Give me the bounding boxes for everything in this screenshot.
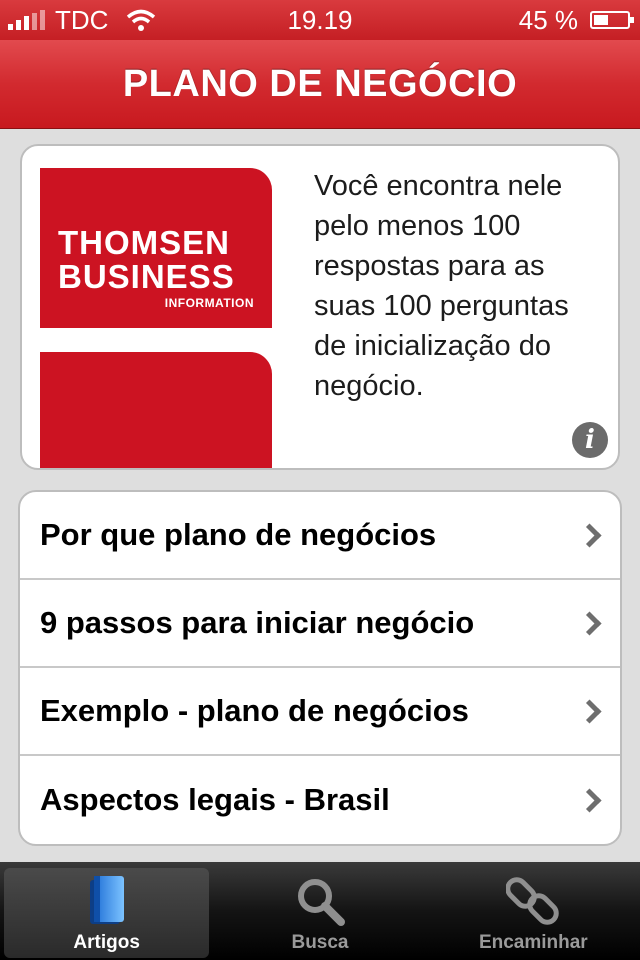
article-menu: Por que plano de negócios 9 passos para … (18, 490, 622, 846)
tab-encaminhar[interactable]: Encaminhar (427, 862, 640, 960)
logo-line-1: THOMSEN (58, 224, 230, 261)
thomsen-business-logo: THOMSEN BUSINESS INFORMATION (40, 168, 272, 328)
page-title: PLANO DE NEGÓCIO (122, 62, 518, 105)
menu-item-9-passos[interactable]: 9 passos para iniciar negócio (20, 580, 620, 668)
chain-link-icon (506, 877, 560, 925)
chevron-right-icon (577, 699, 602, 724)
chevron-right-icon (577, 611, 602, 636)
battery-icon (590, 11, 634, 29)
status-bar: TDC 19.19 45 % (0, 0, 640, 40)
menu-item-label: Exemplo - plano de negócios (40, 693, 469, 728)
menu-item-exemplo[interactable]: Exemplo - plano de negócios (20, 668, 620, 756)
logo-block-decoration (40, 352, 272, 468)
tab-label: Encaminhar (478, 932, 588, 953)
info-icon[interactable]: i (572, 422, 608, 458)
banner-description: Você encontra nele pelo menos 100 respos… (314, 170, 569, 402)
tab-label: Busca (291, 932, 349, 953)
menu-item-por-que-plano[interactable]: Por que plano de negócios (20, 492, 620, 580)
chevron-right-icon (577, 523, 602, 548)
tab-bar: Artigos Busca Encaminhar (0, 862, 640, 960)
battery-percent: 45 % (518, 4, 578, 35)
menu-item-aspectos-legais[interactable]: Aspectos legais - Brasil (20, 756, 620, 844)
navigation-bar: PLANO DE NEGÓCIO (0, 40, 640, 129)
menu-item-label: Por que plano de negócios (40, 517, 437, 552)
magnifier-icon (297, 879, 345, 926)
chevron-right-icon (577, 788, 602, 813)
logo-line-3: INFORMATION (164, 296, 254, 310)
tab-artigos[interactable]: Artigos (0, 862, 213, 960)
menu-item-label: Aspectos legais - Brasil (40, 782, 390, 817)
menu-item-label: 9 passos para iniciar negócio (40, 605, 475, 640)
tab-label: Artigos (73, 932, 140, 953)
promo-banner[interactable]: THOMSEN BUSINESS INFORMATION Você encont… (20, 144, 620, 470)
logo-line-2: BUSINESS (58, 258, 235, 295)
tab-busca[interactable]: Busca (213, 862, 426, 960)
book-icon (89, 876, 124, 924)
battery-area: 45 % (518, 4, 634, 36)
